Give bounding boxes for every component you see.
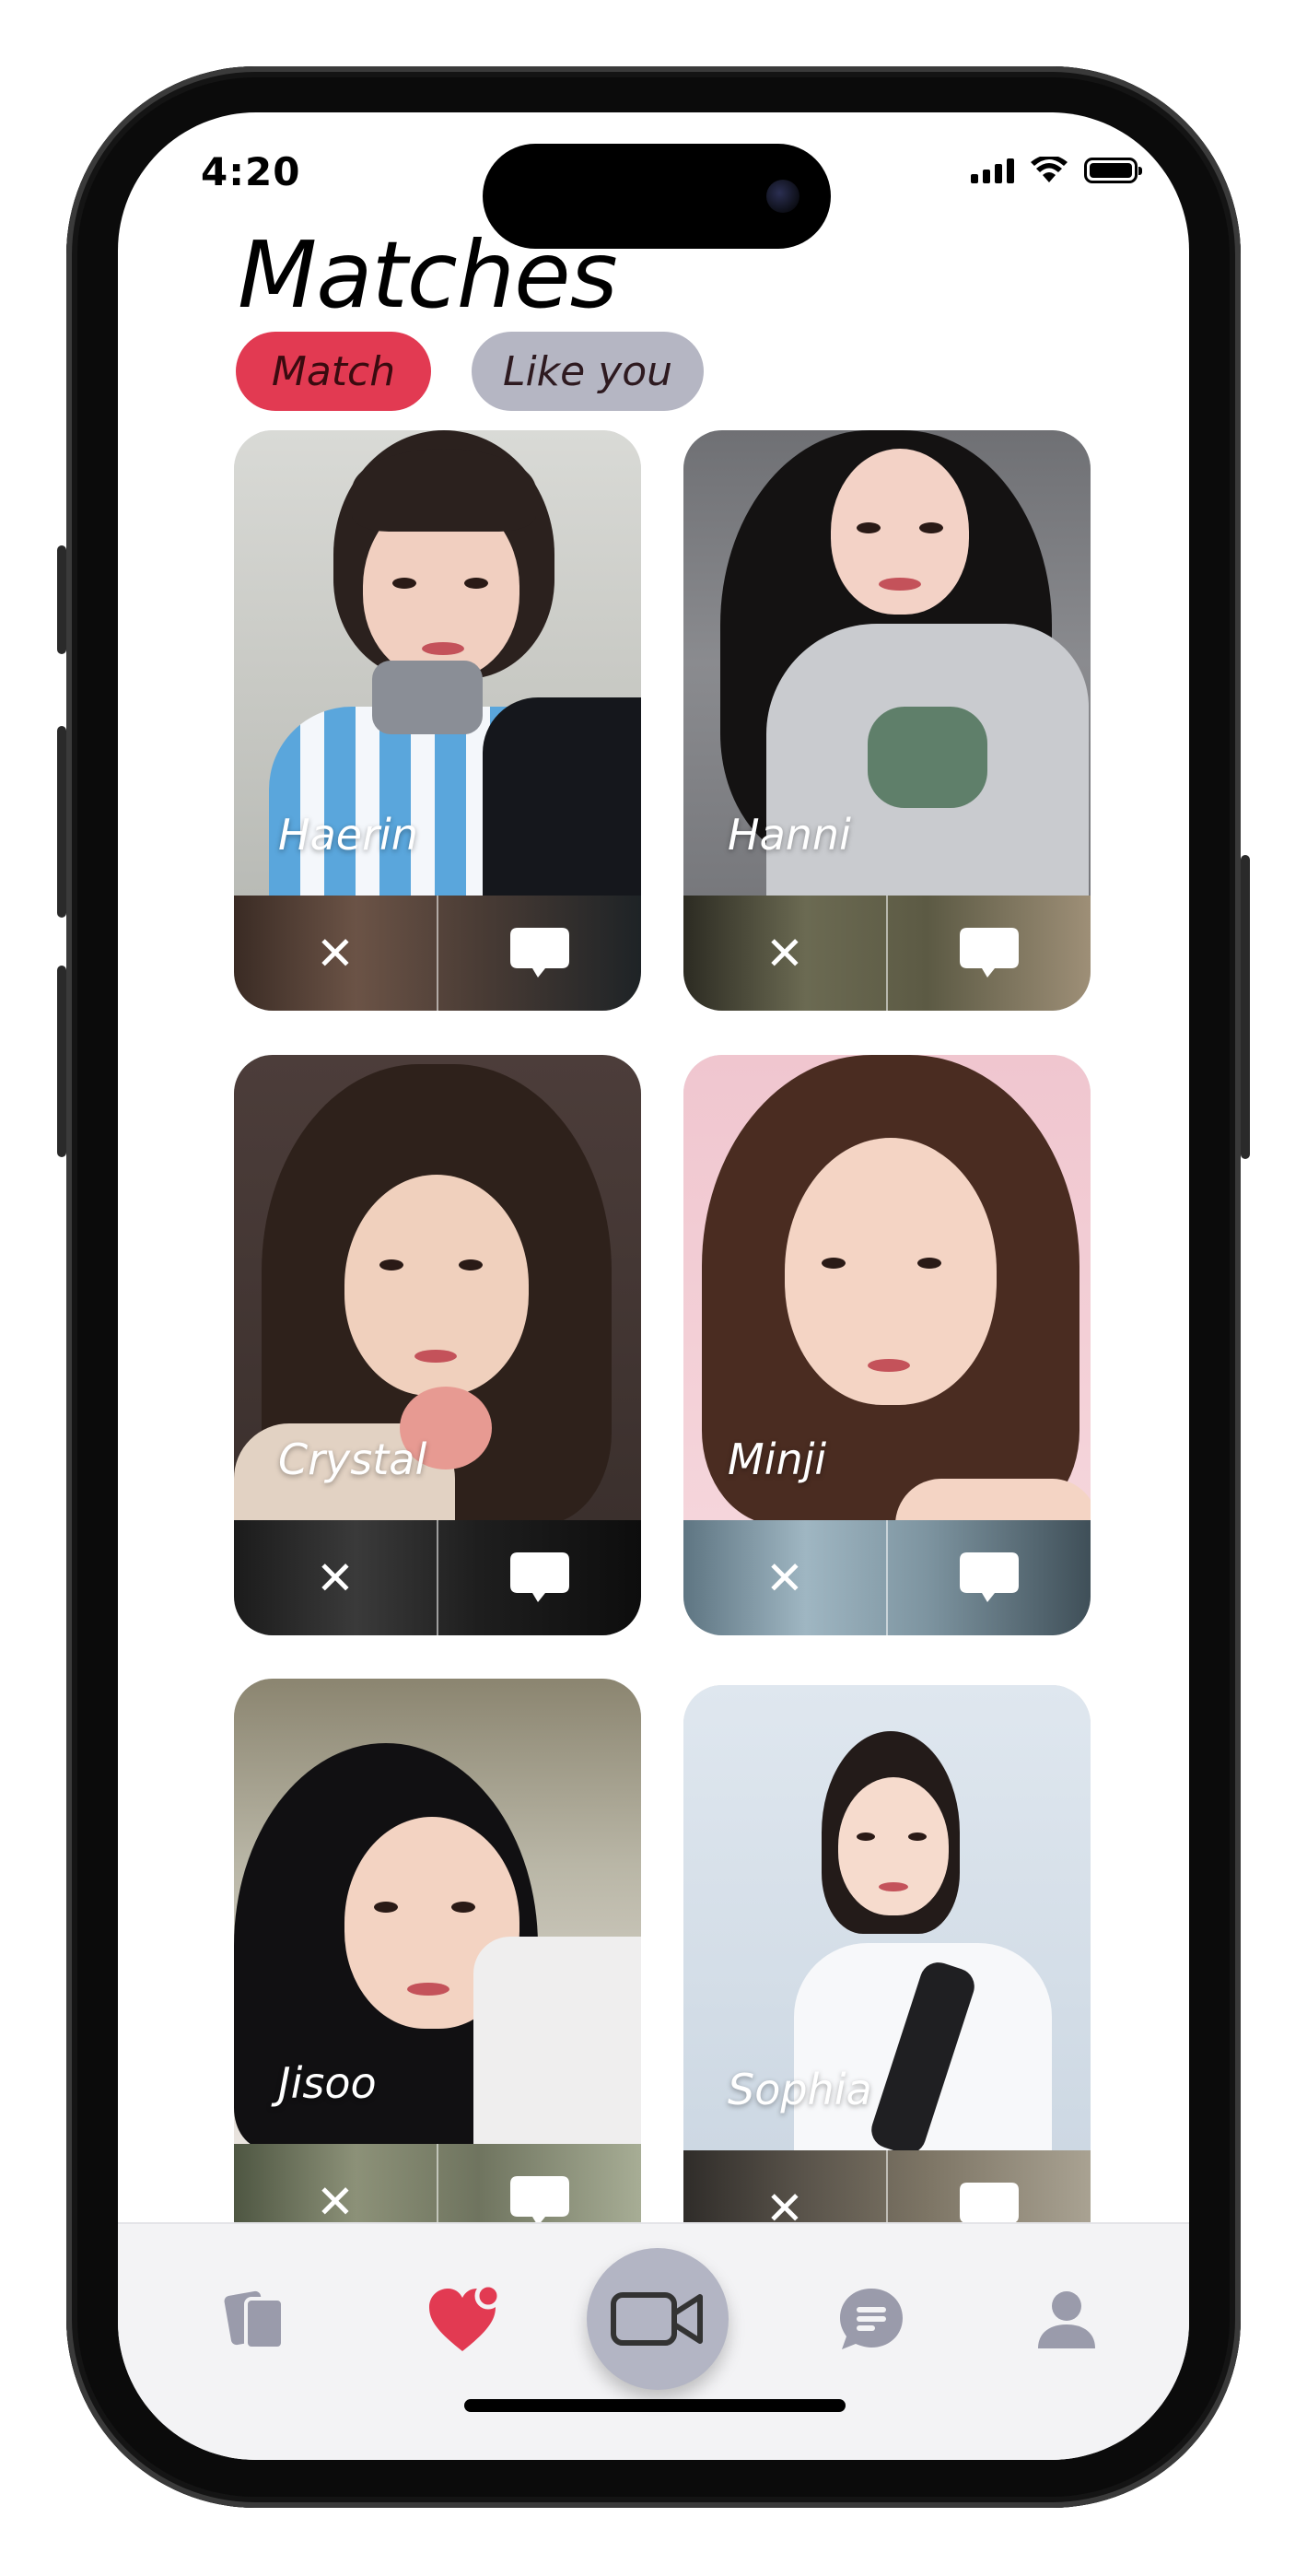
match-name: Jisoo	[278, 2058, 377, 2108]
video-call-button[interactable]	[587, 2248, 729, 2390]
dismiss-button[interactable]: ✕	[683, 896, 886, 1011]
match-card[interactable]: Minji ✕	[683, 1055, 1091, 1635]
close-icon: ✕	[765, 1551, 804, 1605]
message-icon	[840, 2289, 903, 2349]
page-title: Matches	[238, 221, 618, 329]
phone-frame: 4:20 Matches Match Like you Haerin ✕ Han…	[66, 66, 1241, 2508]
chat-bubble-icon	[510, 1551, 569, 1602]
match-name: Minji	[728, 1434, 827, 1484]
card-action-bar: ✕	[234, 896, 641, 1011]
match-name: Haerin	[278, 810, 418, 860]
tab-like-you[interactable]: Like you	[472, 332, 704, 411]
dismiss-button[interactable]: ✕	[683, 1520, 886, 1635]
battery-icon	[1084, 158, 1142, 183]
close-icon: ✕	[316, 926, 355, 980]
cellular-signal-icon	[971, 158, 1014, 183]
bottom-nav	[118, 2222, 1189, 2460]
chat-bubble-icon	[960, 1551, 1019, 1602]
close-icon: ✕	[316, 1551, 355, 1605]
message-button[interactable]	[888, 1520, 1091, 1635]
chat-bubble-icon	[510, 927, 569, 978]
close-icon: ✕	[316, 2174, 355, 2229]
card-action-bar: ✕	[683, 896, 1091, 1011]
action-button	[57, 545, 66, 654]
chat-bubble-icon	[960, 927, 1019, 978]
match-name: Hanni	[728, 810, 851, 860]
wifi-icon	[1031, 157, 1068, 182]
heart-notification-icon	[429, 2283, 502, 2351]
match-card[interactable]: Haerin ✕	[234, 430, 641, 1011]
match-card[interactable]: Jisoo ✕	[234, 1679, 641, 2259]
video-camera-icon	[611, 2292, 703, 2346]
message-button[interactable]	[438, 896, 641, 1011]
match-card[interactable]: Sophia ✕	[683, 1685, 1091, 2266]
power-button	[1241, 855, 1250, 1159]
front-camera	[766, 180, 799, 213]
app-screen: 4:20 Matches Match Like you Haerin ✕ Han…	[118, 112, 1189, 2460]
status-icons	[971, 157, 1142, 184]
dismiss-button[interactable]: ✕	[234, 896, 437, 1011]
volume-up-button	[57, 726, 66, 918]
profile-icon	[1038, 2291, 1095, 2348]
match-card[interactable]: Hanni ✕	[683, 430, 1091, 1011]
volume-down-button	[57, 966, 66, 1157]
cards-icon	[224, 2290, 285, 2350]
nav-profile[interactable]	[1022, 2276, 1111, 2364]
tab-match[interactable]: Match	[236, 332, 431, 411]
match-name: Crystal	[278, 1434, 427, 1484]
card-action-bar: ✕	[234, 1520, 641, 1635]
nav-messages[interactable]	[827, 2276, 916, 2364]
dismiss-button[interactable]: ✕	[234, 1520, 437, 1635]
nav-matches[interactable]	[422, 2276, 510, 2364]
card-action-bar: ✕	[683, 1520, 1091, 1635]
message-button[interactable]	[888, 896, 1091, 1011]
match-name: Sophia	[728, 2065, 872, 2114]
message-button[interactable]	[438, 1520, 641, 1635]
status-time: 4:20	[201, 149, 301, 194]
chat-bubble-icon	[510, 2175, 569, 2226]
close-icon: ✕	[765, 926, 804, 980]
nav-cards[interactable]	[212, 2276, 300, 2364]
home-indicator[interactable]	[464, 2399, 846, 2412]
match-card[interactable]: Crystal ✕	[234, 1055, 641, 1635]
